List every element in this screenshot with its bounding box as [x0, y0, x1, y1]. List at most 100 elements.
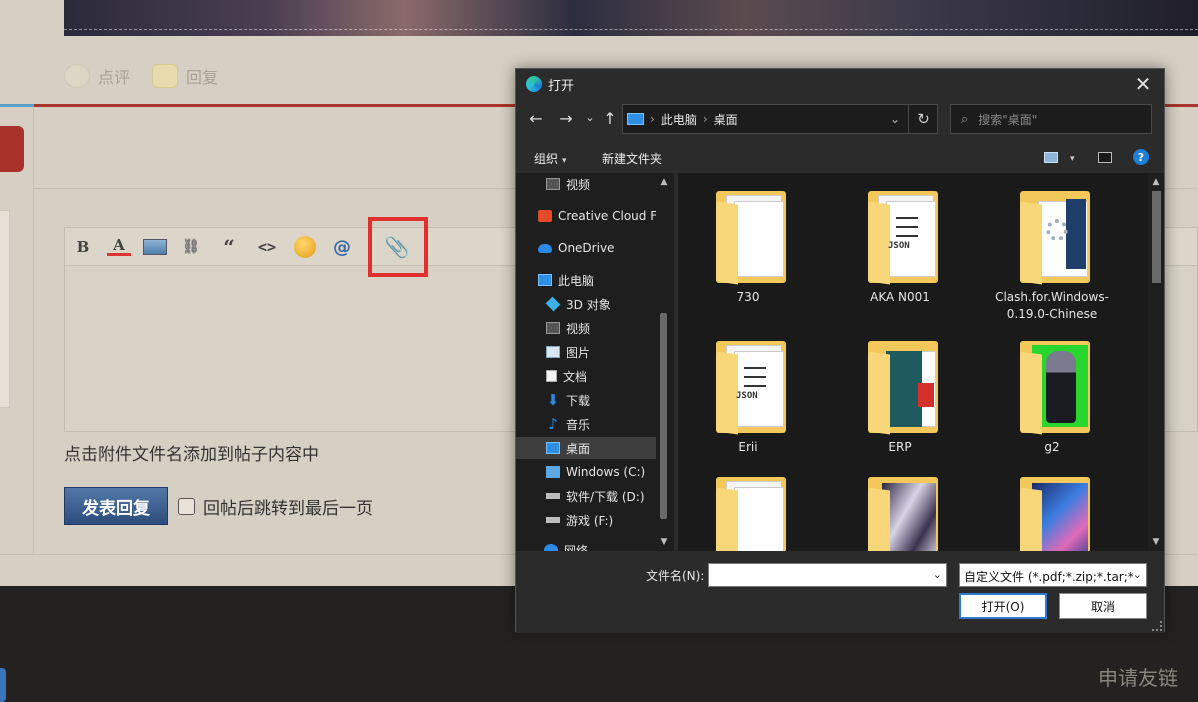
help-icon[interactable]: ?: [1133, 149, 1149, 165]
file-item[interactable]: Clash.for.Windows-0.19.0-Chinese: [982, 173, 1122, 323]
mention-button[interactable]: @: [330, 236, 354, 258]
scroll-thumb[interactable]: [1152, 191, 1161, 283]
nav-item-label: Creative Cloud F: [558, 209, 658, 223]
nav-item-music[interactable]: ♪ 音乐: [546, 413, 674, 435]
breadcrumb-this-pc[interactable]: 此电脑: [661, 111, 697, 128]
file-list-view: 730 JSON AKA N001 Clash.for.Windows-0.19…: [678, 173, 1148, 551]
file-list-scrollbar[interactable]: ▲ ▼: [1148, 173, 1164, 551]
nav-item-pictures[interactable]: 图片: [546, 341, 674, 363]
breadcrumb-separator: ›: [650, 112, 655, 126]
quote-button[interactable]: “: [217, 235, 241, 259]
forward-arrow-icon[interactable]: →: [556, 109, 576, 128]
breadcrumb-desktop[interactable]: 桌面: [714, 111, 738, 128]
nav-item-drive-d[interactable]: 软件/下载 (D:): [546, 485, 674, 507]
filename-input[interactable]: ⌄: [708, 563, 947, 587]
nav-pane-scrollbar[interactable]: ▲ ▼: [656, 173, 672, 551]
file-item[interactable]: [678, 459, 818, 551]
new-folder-button[interactable]: 新建文件夹: [602, 150, 662, 167]
nav-item-3d-objects[interactable]: 3D 对象: [545, 293, 674, 315]
nav-item-label: OneDrive: [558, 241, 615, 255]
chevron-down-icon[interactable]: ⌄: [1132, 568, 1142, 581]
pictures-icon: [546, 346, 560, 358]
nav-item-label: 视频: [566, 321, 591, 336]
nav-item-documents[interactable]: 文档: [546, 365, 674, 387]
reply-label: 回复: [186, 68, 219, 87]
code-button[interactable]: <>: [255, 236, 279, 258]
side-tab[interactable]: [0, 126, 24, 172]
organize-menu[interactable]: 组织 ▾: [534, 150, 567, 167]
nav-item-videos-quick[interactable]: 视频: [546, 173, 674, 195]
file-name: ERP: [888, 440, 912, 454]
file-item[interactable]: g2: [982, 323, 1122, 473]
file-item[interactable]: JSON AKA N001: [830, 173, 970, 323]
nav-item-label: 音乐: [566, 417, 591, 432]
refresh-icon[interactable]: ↻: [908, 104, 938, 134]
onedrive-icon: [538, 243, 552, 253]
jump-last-page-checkbox[interactable]: [178, 498, 195, 515]
folder-icon: [868, 475, 938, 551]
nav-item-onedrive[interactable]: OneDrive: [538, 237, 674, 259]
search-input[interactable]: ⌕ 搜索"桌面": [950, 104, 1152, 134]
dialog-title-bar[interactable]: 打开 ✕: [516, 69, 1164, 99]
submit-reply-button[interactable]: 发表回复: [64, 487, 168, 525]
open-button[interactable]: 打开(O): [959, 593, 1047, 619]
nav-item-videos[interactable]: 视频: [546, 317, 674, 339]
file-item[interactable]: 730: [678, 173, 818, 323]
close-icon[interactable]: ✕: [1132, 72, 1154, 96]
address-bar[interactable]: › 此电脑 › 桌面 ⌄: [622, 104, 938, 134]
nav-item-drive-c[interactable]: Windows (C:): [546, 461, 674, 483]
file-item[interactable]: ERP: [830, 323, 970, 473]
cancel-button[interactable]: 取消: [1059, 593, 1147, 619]
scroll-thumb[interactable]: [660, 313, 667, 519]
side-card: [0, 210, 10, 408]
recent-locations-icon[interactable]: ⌄: [580, 111, 600, 124]
nav-item-label: 此电脑: [558, 273, 595, 288]
folder-icon: [716, 475, 786, 551]
comment-action[interactable]: 点评: [64, 64, 130, 88]
reply-action[interactable]: 回复: [152, 64, 218, 88]
jump-last-page-option[interactable]: 回帖后跳转到最后一页: [178, 494, 373, 519]
post-actions: 点评 回复: [64, 64, 218, 88]
view-dropdown-icon[interactable]: ▾: [1066, 150, 1075, 164]
address-dropdown-icon[interactable]: ⌄: [887, 112, 903, 126]
file-item[interactable]: [830, 459, 970, 551]
apply-friend-link[interactable]: 申请友链: [1098, 662, 1178, 691]
video-icon: [546, 322, 560, 334]
side-widget[interactable]: [0, 668, 6, 702]
emoji-icon[interactable]: [294, 236, 316, 258]
windows-drive-icon: [546, 466, 560, 478]
image-icon[interactable]: [143, 239, 167, 255]
dialog-footer: 文件名(N): ⌄ 自定义文件 (*.pdf;*.zip;*.tar;*.t ⌄…: [516, 551, 1164, 633]
file-item[interactable]: [982, 459, 1122, 551]
nav-item-creative-cloud[interactable]: Creative Cloud F: [538, 205, 674, 227]
nav-item-this-pc[interactable]: 此电脑: [538, 269, 674, 291]
resize-grip-icon[interactable]: [1152, 621, 1162, 631]
3d-objects-icon: [545, 296, 561, 312]
music-icon: ♪: [548, 415, 558, 433]
this-pc-icon: [627, 113, 644, 125]
view-options-icon[interactable]: [1044, 152, 1058, 163]
preview-pane-icon[interactable]: [1098, 152, 1112, 163]
up-arrow-icon[interactable]: ↑: [600, 109, 620, 128]
link-icon[interactable]: ⛓: [179, 236, 203, 258]
scroll-up-icon[interactable]: ▲: [1148, 177, 1164, 187]
back-arrow-icon[interactable]: ←: [526, 109, 546, 128]
file-type-select[interactable]: 自定义文件 (*.pdf;*.zip;*.tar;*.t ⌄: [959, 563, 1147, 587]
bold-button[interactable]: B: [71, 236, 95, 258]
nav-item-desktop[interactable]: 桌面: [516, 437, 656, 459]
scroll-down-icon[interactable]: ▼: [1148, 537, 1164, 547]
nav-item-drive-f[interactable]: 游戏 (F:): [546, 509, 674, 531]
font-color-button[interactable]: A: [107, 236, 131, 256]
chevron-down-icon[interactable]: ⌄: [933, 568, 942, 581]
nav-item-downloads[interactable]: ⬇ 下载: [546, 389, 674, 411]
file-item[interactable]: JSON Erii: [678, 323, 818, 473]
filename-label: 文件名(N):: [646, 569, 705, 583]
dialog-title: 打开: [548, 79, 575, 94]
folder-icon: [716, 189, 786, 285]
scroll-up-icon[interactable]: ▲: [656, 177, 672, 187]
nav-item-network[interactable]: 网络: [544, 539, 674, 551]
post-banner-image: [64, 0, 1198, 36]
json-label: JSON: [736, 391, 758, 401]
scroll-down-icon[interactable]: ▼: [656, 537, 672, 547]
nav-item-label: 软件/下载 (D:): [566, 489, 645, 504]
